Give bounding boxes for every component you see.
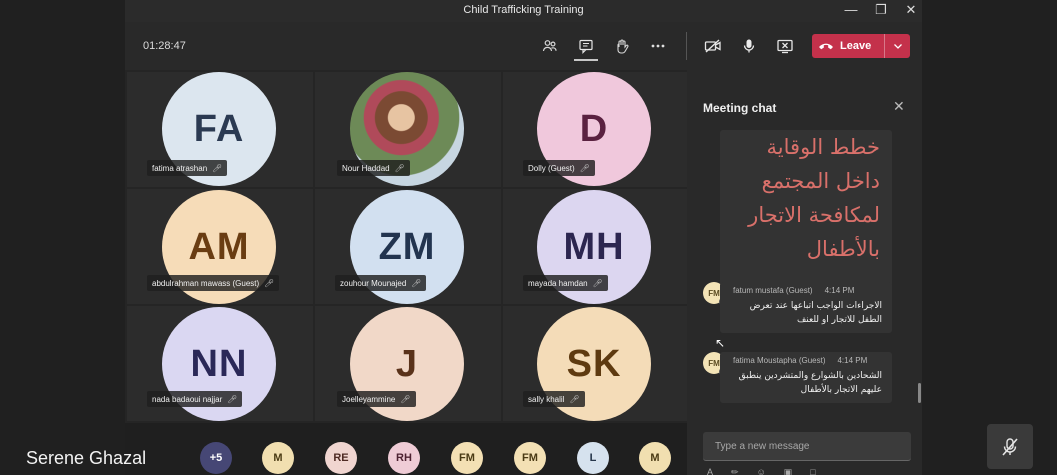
participant-name: sally khalil (528, 394, 565, 404)
video-grid: FA fatima atrashan 🎤︎ Nour Haddad 🎤︎ D Dol… (125, 70, 689, 423)
participant-name: abdulrahman mawass (Guest) (152, 278, 260, 288)
chevron-down-icon[interactable] (885, 42, 910, 50)
mic-off-icon: 🎤︎ (569, 394, 580, 404)
close-icon[interactable]: ✕ (893, 98, 905, 115)
strip-avatar[interactable]: M (639, 442, 671, 474)
message-time: 4:14 PM (837, 356, 868, 365)
close-window-button[interactable]: ✕ (900, 2, 922, 18)
mic-off-icon: 🎤︎ (411, 278, 422, 288)
strip-avatar[interactable]: L (577, 442, 609, 474)
chat-scrollbar[interactable] (918, 383, 921, 403)
participant-name: Nour Haddad (342, 163, 390, 173)
strip-avatar[interactable]: RE (325, 442, 357, 474)
phone-hangup-icon (812, 41, 840, 51)
gif-icon[interactable]: ▣ (784, 467, 793, 475)
participant-name: Dolly (Guest) (528, 163, 575, 173)
sticker-icon[interactable]: □ (810, 467, 815, 475)
participant-nametag: abdulrahman mawass (Guest) 🎤︎ (147, 275, 280, 291)
participant-nametag: mayada hamdan 🎤︎ (523, 275, 608, 291)
maximize-button[interactable]: ❐ (870, 2, 892, 18)
message-sender: fatima Moustapha (Guest) (733, 356, 826, 365)
mic-off-icon: 🎤︎ (400, 394, 411, 404)
more-options-icon[interactable] (647, 36, 669, 56)
meeting-toolbar: 01:28:47 Leave (125, 22, 922, 70)
minimize-button[interactable]: — (840, 2, 862, 17)
window-title: Child Trafficking Training (463, 4, 584, 16)
mic-muted-button[interactable] (987, 424, 1033, 469)
participant-tile[interactable]: AM abdulrahman mawass (Guest) 🎤︎ (127, 189, 313, 304)
chat-title: Meeting chat (703, 101, 777, 115)
message-time: 4:14 PM (824, 286, 855, 295)
participant-nametag: sally khalil 🎤︎ (523, 391, 585, 407)
strip-avatar[interactable]: M (262, 442, 294, 474)
format-icon[interactable]: A (707, 467, 713, 475)
window-titlebar: Child Trafficking Training — ❐ ✕ (125, 0, 922, 22)
right-backdrop (922, 0, 1057, 475)
mic-off-icon: 🎤︎ (212, 163, 223, 173)
participant-name: nada badaoui najjar (152, 394, 223, 404)
participant-tile[interactable]: J Joelleyammine 🎤︎ (315, 306, 501, 421)
participant-nametag: Dolly (Guest) 🎤︎ (523, 160, 595, 176)
participant-strip: +5 M RE RH FM FM L M (125, 423, 687, 475)
leave-button[interactable]: Leave (812, 34, 910, 58)
leave-label: Leave (840, 40, 872, 52)
chat-active-indicator (574, 59, 598, 61)
participant-tile[interactable]: MH mayada hamdan 🎤︎ (503, 189, 689, 304)
participant-nametag: zouhour Mounajed 🎤︎ (335, 275, 427, 291)
mic-off-icon: 🎤︎ (227, 394, 238, 404)
camera-off-icon[interactable] (702, 36, 724, 56)
attach-icon[interactable]: ✏ (731, 467, 739, 475)
message-sender: fatum mustafa (Guest) (733, 286, 813, 295)
participant-name: fatima atrashan (152, 163, 208, 173)
message-compose-box[interactable]: Type a new message (703, 432, 911, 461)
overflow-participants-button[interactable]: +5 (200, 442, 232, 474)
participant-name: mayada hamdan (528, 278, 588, 288)
microphone-icon[interactable] (738, 36, 760, 56)
left-backdrop (0, 0, 125, 475)
participant-nametag: Joelleyammine 🎤︎ (337, 391, 416, 407)
emoji-icon[interactable]: ☺ (757, 467, 766, 475)
participant-nametag: fatima atrashan 🎤︎ (147, 160, 228, 176)
strip-avatar[interactable]: FM (514, 442, 546, 474)
mic-off-icon: 🎤︎ (592, 278, 603, 288)
mic-muted-icon (1002, 437, 1018, 456)
message-bubble: fatum mustafa (Guest) 4:14 PM الاجراءات ا… (720, 282, 892, 333)
meeting-chat-panel: Meeting chat ✕ خطط الوقاية داخل المجتمع … (687, 70, 922, 475)
participants-icon[interactable] (539, 36, 561, 56)
message-text: الشحادين بالشوارع والمتشردين ينطبق عليهم… (738, 371, 882, 395)
message-bubble: fatima Moustapha (Guest) 4:14 PM الشحادين… (720, 352, 892, 403)
participant-tile[interactable]: Nour Haddad 🎤︎ (315, 72, 501, 187)
participant-nametag: nada badaoui najjar 🎤︎ (147, 391, 243, 407)
participant-tile[interactable]: NN nada badaoui najjar 🎤︎ (127, 306, 313, 421)
strip-avatar[interactable]: RH (388, 442, 420, 474)
chat-icon[interactable] (575, 36, 597, 56)
presenter-name: Serene Ghazal (26, 448, 147, 468)
toolbar-divider (686, 32, 687, 60)
strip-avatar[interactable]: FM (451, 442, 483, 474)
mic-off-icon: 🎤︎ (264, 278, 275, 288)
mic-off-icon: 🎤︎ (579, 163, 590, 173)
mic-off-icon: 🎤︎ (394, 163, 405, 173)
participant-nametag: Nour Haddad 🎤︎ (337, 160, 410, 176)
share-screen-icon[interactable] (774, 36, 796, 56)
mouse-cursor-icon: ↖ (715, 336, 726, 350)
participant-tile[interactable]: FA fatima atrashan 🎤︎ (127, 72, 313, 187)
meeting-timer: 01:28:47 (143, 40, 186, 52)
participant-name: Joelleyammine (342, 394, 396, 404)
compose-toolbar: A ✏ ☺ ▣ □ (707, 467, 816, 475)
participant-name: zouhour Mounajed (340, 278, 407, 288)
raise-hand-icon[interactable] (611, 36, 633, 56)
message-text: الاجراءات الواجب اتباعها عند تعرض الطفل … (749, 301, 882, 325)
participant-tile[interactable]: SK sally khalil 🎤︎ (503, 306, 689, 421)
participant-tile[interactable]: D Dolly (Guest) 🎤︎ (503, 72, 689, 187)
participant-tile[interactable]: ZM zouhour Mounajed 🎤︎ (315, 189, 501, 304)
